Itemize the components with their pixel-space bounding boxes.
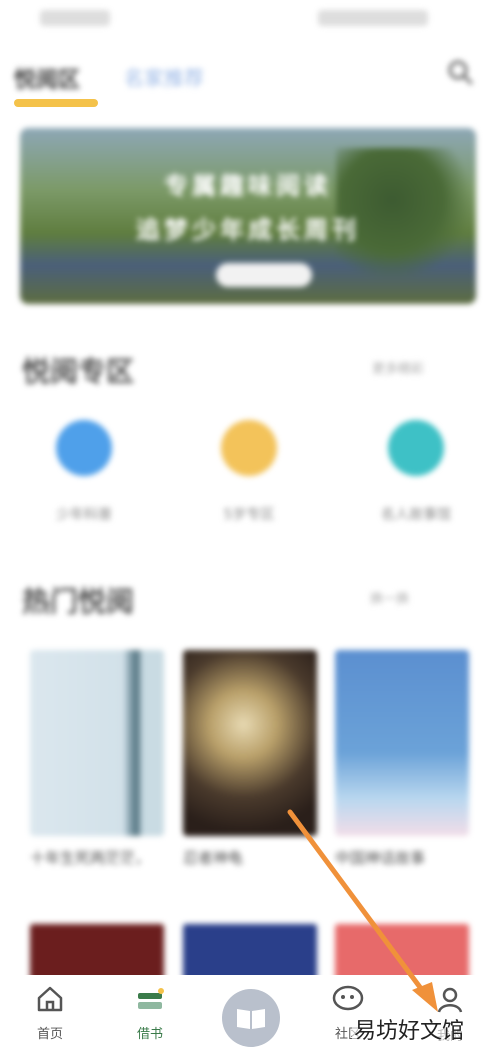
watermark-text: 易坊好文馆 xyxy=(352,1013,467,1045)
annotation-arrow xyxy=(287,809,438,1012)
